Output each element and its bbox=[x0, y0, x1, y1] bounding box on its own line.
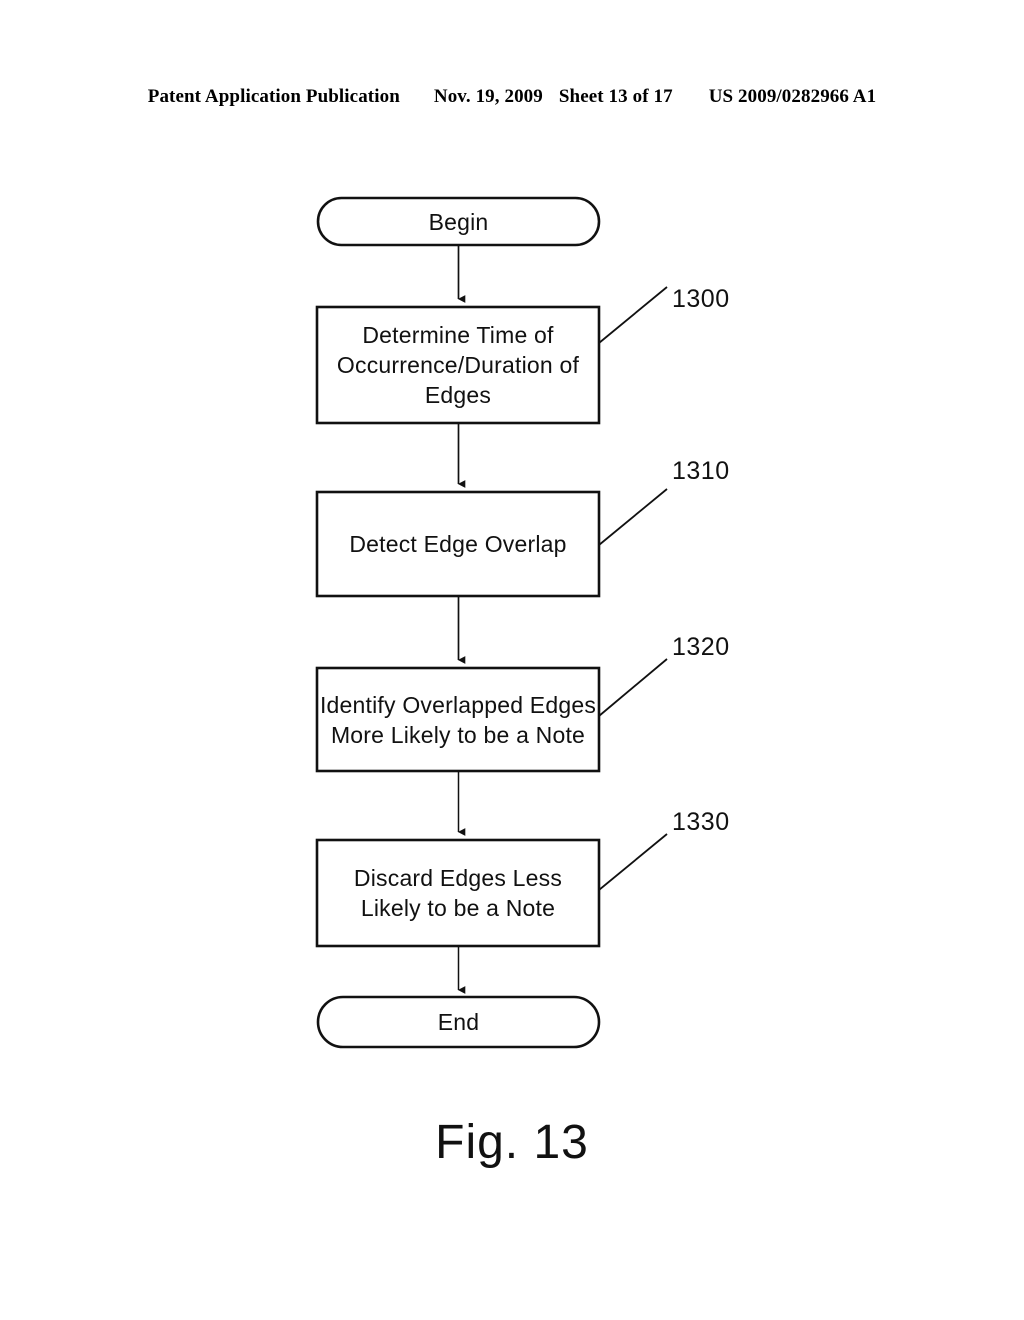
leader-line-1320 bbox=[598, 658, 668, 717]
leader-line-1300 bbox=[598, 286, 668, 344]
figure-caption: Fig. 13 bbox=[435, 1116, 589, 1169]
leader-line-1330 bbox=[598, 833, 668, 891]
figure-13: Begin Determine Time of Occurrence/Durat… bbox=[0, 0, 1024, 1320]
node-step-1300-shape bbox=[315, 305, 601, 425]
reference-numeral-1300: 1300 bbox=[672, 285, 730, 313]
reference-numeral-1320: 1320 bbox=[672, 633, 730, 661]
node-step-1320-shape bbox=[315, 666, 601, 773]
node-step-1330-shape bbox=[315, 838, 601, 948]
node-end-shape bbox=[316, 995, 601, 1049]
node-step-1310-shape bbox=[315, 490, 601, 598]
reference-numeral-1310: 1310 bbox=[672, 457, 730, 485]
reference-numeral-1330: 1330 bbox=[672, 808, 730, 836]
node-begin-shape bbox=[316, 196, 601, 247]
leader-line-1310 bbox=[598, 488, 668, 546]
